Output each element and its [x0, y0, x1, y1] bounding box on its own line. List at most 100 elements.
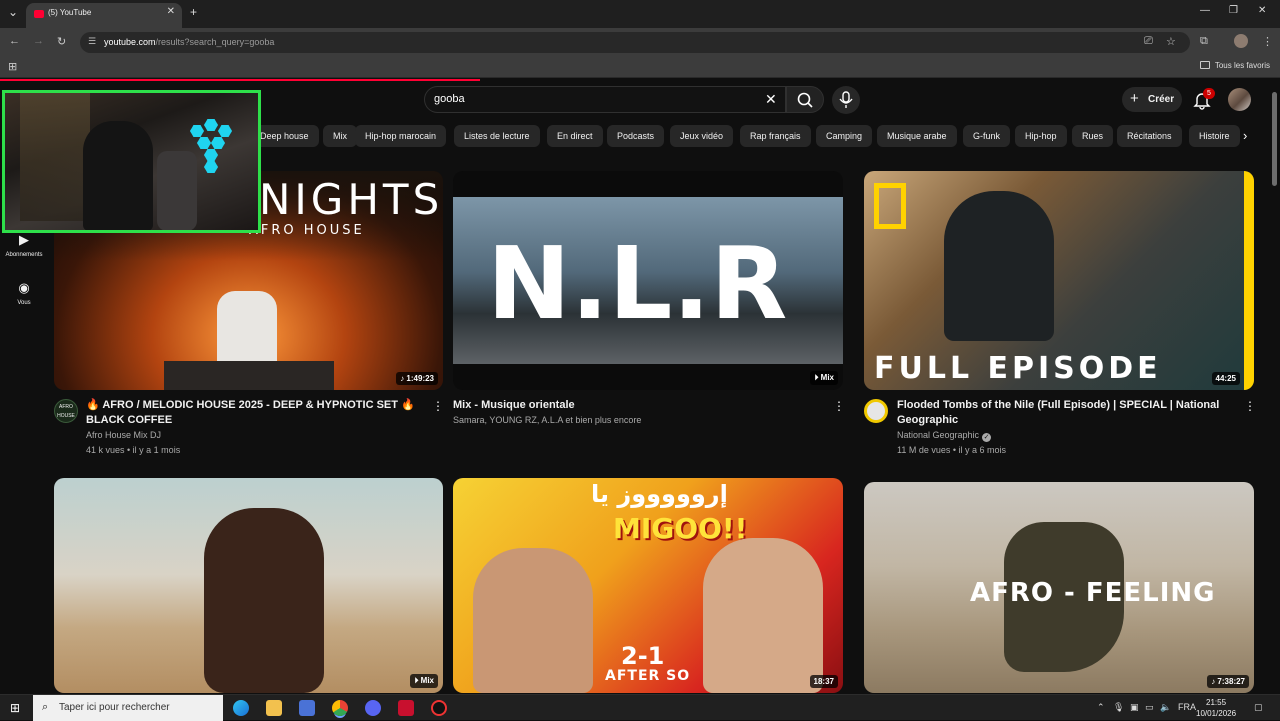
- hex-light: [204, 119, 218, 131]
- chip-musique-arabe[interactable]: Musique arabe: [877, 125, 957, 147]
- chip-podcasts[interactable]: Podcasts: [607, 125, 665, 147]
- extensions-icon[interactable]: ⧉: [1200, 35, 1208, 48]
- site-info-icon[interactable]: ☰: [88, 36, 96, 47]
- network-icon[interactable]: ▭: [1145, 702, 1154, 713]
- window-close-icon[interactable]: ✕: [1258, 5, 1266, 16]
- create-button[interactable]: + Créer: [1122, 87, 1182, 112]
- thumbnail-title-text: MIGOO!!: [613, 512, 748, 545]
- video-title[interactable]: 🔥 AFRO / MELODIC HOUSE 2025 - DEEP & HYP…: [86, 398, 426, 428]
- chip-histoire[interactable]: Histoire: [1189, 125, 1240, 147]
- thumbnail-subtitle-text: AFRO HOUSE: [249, 223, 365, 238]
- all-bookmarks-folder[interactable]: Tous les favoris: [1199, 61, 1270, 70]
- hex-light: [204, 149, 218, 161]
- tab-search-icon[interactable]: ⌄: [8, 5, 18, 19]
- channel-name[interactable]: National Geographic ✓: [897, 428, 992, 443]
- sidebar-item-you[interactable]: ◉ Vous: [0, 280, 48, 306]
- store-icon[interactable]: [299, 700, 315, 716]
- menu-icon[interactable]: ⋮: [1262, 35, 1273, 48]
- microphone-tray-icon[interactable]: 🎙: [1113, 702, 1124, 713]
- video-stats: 41 k vues • il y a 1 mois: [86, 445, 181, 455]
- discord-icon[interactable]: [365, 700, 381, 716]
- channel-avatar[interactable]: [864, 399, 888, 423]
- chip-hip-hop-marocain[interactable]: Hip-hop marocain: [355, 125, 447, 147]
- sidebar-item-subscriptions[interactable]: ▶ Abonnements: [0, 232, 48, 258]
- person-right: [703, 538, 823, 693]
- reload-icon[interactable]: ↻: [57, 35, 66, 48]
- clear-search-icon[interactable]: ✕: [765, 91, 777, 108]
- url-field[interactable]: ☰ youtube.com/results?search_query=gooba: [80, 32, 1190, 53]
- taskbar-clock[interactable]: 21:55 10/01/2026: [1196, 697, 1236, 719]
- video-thumbnail[interactable]: AFRO - FEELING ♪ 7:38:27: [864, 482, 1254, 693]
- restore-icon[interactable]: ❐: [1229, 5, 1238, 16]
- tray-chevron-icon[interactable]: ⌃: [1097, 702, 1105, 713]
- bookmark-star-icon[interactable]: ☆: [1166, 35, 1176, 48]
- voice-search-button[interactable]: [832, 86, 860, 114]
- chip-r-citations[interactable]: Récitations: [1117, 125, 1182, 147]
- natgeo-logo: [874, 183, 906, 229]
- chip-rues[interactable]: Rues: [1072, 125, 1114, 147]
- video-title[interactable]: Flooded Tombs of the Nile (Full Episode)…: [897, 398, 1227, 428]
- duration-badge: ♪ 1:49:23: [396, 372, 438, 385]
- browser-tab[interactable]: (5) YouTube ✕: [26, 3, 182, 28]
- tray-app-icon[interactable]: ▣: [1130, 702, 1139, 713]
- new-tab-icon[interactable]: +: [190, 5, 197, 19]
- notification-center-icon[interactable]: ▢: [1254, 702, 1263, 713]
- chrome-icon[interactable]: [332, 700, 348, 716]
- file-explorer-icon[interactable]: [266, 700, 282, 716]
- plus-icon: +: [1130, 90, 1139, 107]
- taskbar-search-input[interactable]: ⌕ Taper ici pour rechercher: [33, 695, 223, 721]
- duration-badge: 44:25: [1211, 372, 1240, 385]
- more-actions-icon[interactable]: ⋮: [1244, 399, 1256, 413]
- chip-en-direct[interactable]: En direct: [547, 125, 603, 147]
- notifications-button[interactable]: 5: [1192, 88, 1215, 110]
- browser-tab-bar: ⌄ (5) YouTube ✕ + — ❐ ✕: [0, 0, 1280, 28]
- hex-light: [190, 125, 204, 137]
- scrollbar-thumb[interactable]: [1272, 92, 1277, 186]
- channel-name[interactable]: Afro House Mix DJ: [86, 428, 161, 443]
- microphone-icon: [839, 91, 853, 108]
- minimize-icon[interactable]: —: [1200, 5, 1210, 16]
- profile-icon[interactable]: [1234, 34, 1248, 48]
- youtube-favicon-icon: [34, 10, 44, 18]
- hex-light: [204, 161, 218, 173]
- thumbnail-title-text: NIGHTS: [259, 175, 443, 224]
- cast-icon[interactable]: ⎚: [1144, 35, 1153, 48]
- account-avatar[interactable]: [1228, 88, 1251, 111]
- chip-mix[interactable]: Mix: [323, 125, 357, 147]
- dj-booth: [164, 361, 334, 390]
- chip-rap-fran-ais[interactable]: Rap français: [740, 125, 811, 147]
- chip-jeux-vid-o[interactable]: Jeux vidéo: [670, 125, 734, 147]
- app-icon[interactable]: [398, 700, 414, 716]
- chevron-right-icon[interactable]: ›: [1243, 128, 1247, 143]
- search-button[interactable]: [786, 86, 824, 113]
- chip-camping[interactable]: Camping: [816, 125, 873, 147]
- channel-avatar[interactable]: AFRO HOUSE: [54, 399, 78, 423]
- edge-icon[interactable]: [233, 700, 249, 716]
- forward-icon[interactable]: →: [33, 35, 44, 47]
- windows-taskbar: ⊞ ⌕ Taper ici pour rechercher ⌃ 🎙 ▣ ▭ 🔈 …: [0, 694, 1280, 721]
- video-title[interactable]: Mix - Musique orientale: [453, 398, 813, 413]
- folder-icon: [1199, 61, 1210, 69]
- windows-start-icon[interactable]: ⊞: [10, 701, 20, 715]
- chip-g-funk[interactable]: G-funk: [963, 125, 1011, 147]
- search-query-text: gooba: [434, 93, 465, 105]
- video-thumbnail[interactable]: N.L.R ⏵ Mix: [453, 171, 843, 390]
- apps-grid-icon[interactable]: ⊞: [8, 60, 17, 73]
- more-actions-icon[interactable]: ⋮: [833, 399, 845, 413]
- volume-icon[interactable]: 🔈: [1160, 702, 1171, 713]
- tab-close-icon[interactable]: ✕: [167, 6, 175, 17]
- language-indicator[interactable]: FRA: [1178, 702, 1196, 712]
- more-actions-icon[interactable]: ⋮: [432, 399, 444, 413]
- duration-badge: 18:37: [809, 675, 838, 688]
- obs-icon[interactable]: [431, 700, 447, 716]
- chip-hip-hop[interactable]: Hip-hop: [1015, 125, 1067, 147]
- thumbnail-title-text: AFRO - FEELING: [970, 578, 1216, 608]
- video-thumbnail[interactable]: إروووووز يا MIGOO!! 2-1 AFTER SO 18:37: [453, 478, 843, 693]
- channel-name[interactable]: Samara, YOUNG RZ, A.L.A et bien plus enc…: [453, 413, 641, 428]
- video-thumbnail[interactable]: FULL EPISODE 44:25: [864, 171, 1254, 390]
- video-stats: 11 M de vues • il y a 6 mois: [897, 445, 1007, 455]
- back-icon[interactable]: ←: [9, 35, 20, 47]
- chip-listes-de-lecture[interactable]: Listes de lecture: [454, 125, 540, 147]
- video-thumbnail[interactable]: ⏵ Mix: [54, 478, 443, 693]
- search-input[interactable]: gooba ✕: [424, 86, 786, 113]
